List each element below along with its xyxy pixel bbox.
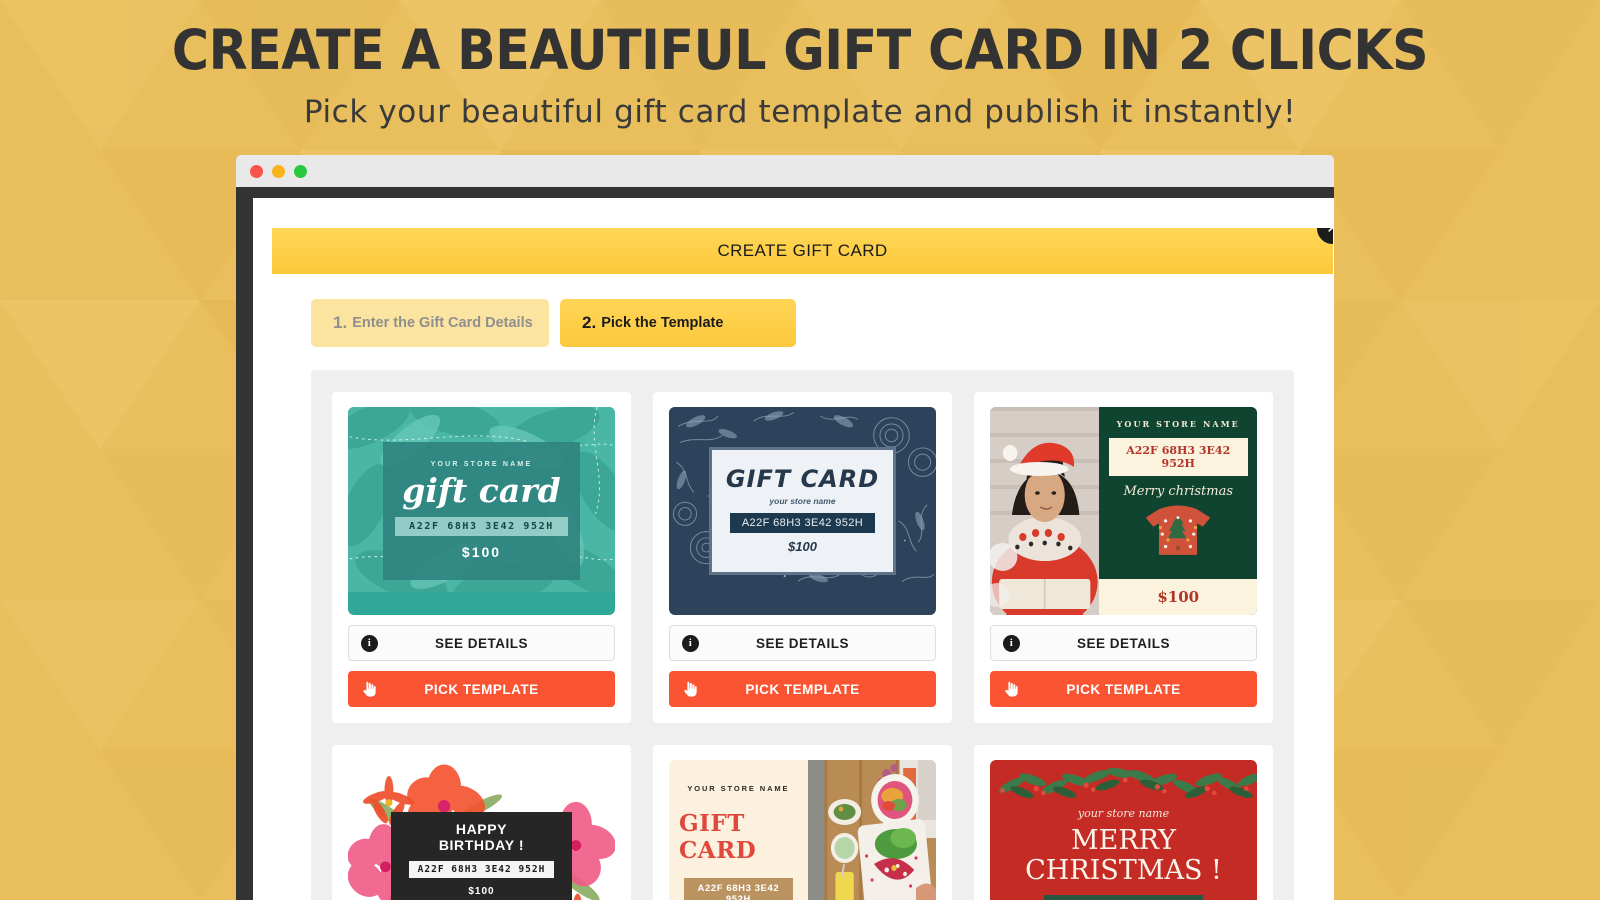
card-green-area: YOUR STORE NAME A22F 68H3 3E42 952H Merr…: [1099, 407, 1257, 579]
card-preview-birthday-flowers[interactable]: HAPPY BIRTHDAY ! A22F 68H3 3E42 952H $10…: [348, 760, 615, 900]
food-table-photo: [807, 760, 936, 900]
card-code: A22F 68H3 3E42 952H: [395, 517, 568, 537]
pointing-hand-icon: [1002, 681, 1019, 698]
card-preview-food-photo[interactable]: YOUR STORE NAME GIFT CARD A22F 68H3 3E42…: [669, 760, 936, 900]
pick-template-label: PICK TEMPLATE: [745, 681, 860, 697]
create-gift-card-modal: ✕ CREATE GIFT CARD 1. Enter the Gift Car…: [272, 228, 1333, 900]
browser-window: ✕ CREATE GIFT CARD 1. Enter the Gift Car…: [236, 155, 1334, 900]
christmas-sweater-icon: [1145, 505, 1211, 555]
template-tile-happy-birthday-flowers: HAPPY BIRTHDAY ! A22F 68H3 3E42 952H $10…: [332, 745, 631, 900]
window-minimize-dot[interactable]: [272, 164, 285, 178]
card-store-name: your store name: [1077, 806, 1170, 820]
card-right-panel: YOUR STORE NAME A22F 68H3 3E42 952H Merr…: [1099, 407, 1257, 615]
step-tabs: 1. Enter the Gift Card Details 2. Pick t…: [272, 274, 1333, 347]
tab-pick-template[interactable]: 2. Pick the Template: [560, 299, 796, 347]
template-tile-merry-christmas-photo: YOUR STORE NAME A22F 68H3 3E42 952H Merr…: [974, 392, 1273, 723]
card-code-row: A22F 68H3 3E42 952H: [1011, 895, 1235, 900]
page-root: CREATE A BEAUTIFUL GIFT CARD IN 2 CLICKS…: [0, 0, 1600, 900]
step-2-label: Pick the Template: [601, 315, 724, 331]
pick-template-button[interactable]: PICK TEMPLATE: [348, 671, 615, 707]
pointing-hand-icon: [681, 681, 698, 698]
card-store-name: your store name: [769, 496, 836, 507]
card-store-name: YOUR STORE NAME: [1116, 419, 1240, 429]
window-close-dot[interactable]: [250, 164, 263, 178]
browser-viewport: ✕ CREATE GIFT CARD 1. Enter the Gift Car…: [236, 187, 1334, 900]
hero-text-block: CREATE A BEAUTIFUL GIFT CARD IN 2 CLICKS…: [0, 0, 1600, 130]
pick-template-button[interactable]: PICK TEMPLATE: [669, 671, 936, 707]
tab-enter-details[interactable]: 1. Enter the Gift Card Details: [311, 299, 549, 347]
card-preview-merry-christmas-red[interactable]: your store name MERRY CHRISTMAS ! A22F 6…: [990, 760, 1257, 900]
page-subtitle: Pick your beautiful gift card template a…: [303, 93, 1297, 130]
card-title: HAPPY BIRTHDAY !: [438, 820, 525, 854]
card-left-panel: YOUR STORE NAME GIFT CARD A22F 68H3 3E42…: [669, 760, 808, 900]
see-details-label: SEE DETAILS: [755, 635, 849, 651]
see-details-button[interactable]: i SEE DETAILS: [348, 625, 615, 661]
template-tile-food-photo-gift-card: YOUR STORE NAME GIFT CARD A22F 68H3 3E42…: [653, 745, 952, 900]
card-title: MERRY CHRISTMAS !: [1025, 824, 1222, 886]
modal-title: CREATE GIFT CARD: [717, 241, 888, 260]
step-1-number: 1.: [333, 313, 348, 332]
card-title: gift card: [402, 471, 561, 511]
card-panel: GIFT CARD your store name A22F 68H3 3E42…: [709, 446, 896, 576]
pointing-hand-icon: [360, 681, 377, 698]
card-title: Merry christmas: [1123, 484, 1234, 499]
pick-template-button[interactable]: PICK TEMPLATE: [990, 671, 1257, 707]
modal-header: CREATE GIFT CARD: [272, 228, 1333, 274]
info-icon: i: [682, 634, 699, 652]
pick-template-label: PICK TEMPLATE: [424, 681, 539, 697]
step-1-label: Enter the Gift Card Details: [352, 315, 533, 331]
christmas-woman-photo: [990, 407, 1100, 615]
card-amount-bar: $100: [1099, 579, 1257, 615]
card-store-name: YOUR STORE NAME: [430, 461, 533, 469]
card-code: A22F 68H3 3E42 952H: [1044, 895, 1203, 900]
card-title: GIFT CARD: [725, 465, 880, 494]
window-zoom-dot[interactable]: [294, 164, 307, 178]
card-panel: YOUR STORE NAME gift card A22F 68H3 3E42…: [382, 442, 581, 580]
step-2-number: 2.: [582, 313, 597, 332]
pick-template-label: PICK TEMPLATE: [1066, 681, 1181, 697]
card-preview-navy-floral[interactable]: GIFT CARD your store name A22F 68H3 3E42…: [669, 407, 936, 615]
card-amount: $100: [788, 539, 817, 555]
card-store-name: YOUR STORE NAME: [687, 784, 790, 793]
card-preview-leaves[interactable]: YOUR STORE NAME gift card A22F 68H3 3E42…: [348, 407, 615, 615]
card-amount: $100: [468, 886, 495, 898]
info-icon: i: [1003, 634, 1020, 652]
see-details-label: SEE DETAILS: [434, 635, 528, 651]
card-preview-christmas-photo[interactable]: YOUR STORE NAME A22F 68H3 3E42 952H Merr…: [990, 407, 1257, 615]
browser-titlebar: [236, 155, 1334, 187]
web-page: ✕ CREATE GIFT CARD 1. Enter the Gift Car…: [253, 198, 1334, 900]
template-tile-leaves-gift-card: YOUR STORE NAME gift card A22F 68H3 3E42…: [332, 392, 631, 723]
template-tile-merry-christmas-red: your store name MERRY CHRISTMAS ! A22F 6…: [974, 745, 1273, 900]
card-title: GIFT CARD: [679, 810, 757, 864]
card-code: A22F 68H3 3E42 952H: [683, 878, 794, 900]
see-details-label: SEE DETAILS: [1076, 635, 1170, 651]
card-amount: $100: [461, 544, 502, 561]
template-tile-navy-floral-gift-card: GIFT CARD your store name A22F 68H3 3E42…: [653, 392, 952, 723]
holly-garland-icon: [998, 767, 1257, 799]
card-code: A22F 68H3 3E42 952H: [1108, 438, 1248, 476]
info-icon: i: [361, 634, 378, 652]
card-amount: $100: [1157, 588, 1200, 606]
card-code: A22F 68H3 3E42 952H: [408, 861, 555, 879]
see-details-button[interactable]: i SEE DETAILS: [669, 625, 936, 661]
card-code: A22F 68H3 3E42 952H: [729, 513, 876, 534]
page-title: CREATE A BEAUTIFUL GIFT CARD IN 2 CLICKS: [171, 18, 1429, 82]
template-grid: YOUR STORE NAME gift card A22F 68H3 3E42…: [311, 370, 1294, 900]
card-panel: HAPPY BIRTHDAY ! A22F 68H3 3E42 952H $10…: [390, 812, 573, 900]
see-details-button[interactable]: i SEE DETAILS: [990, 625, 1257, 661]
